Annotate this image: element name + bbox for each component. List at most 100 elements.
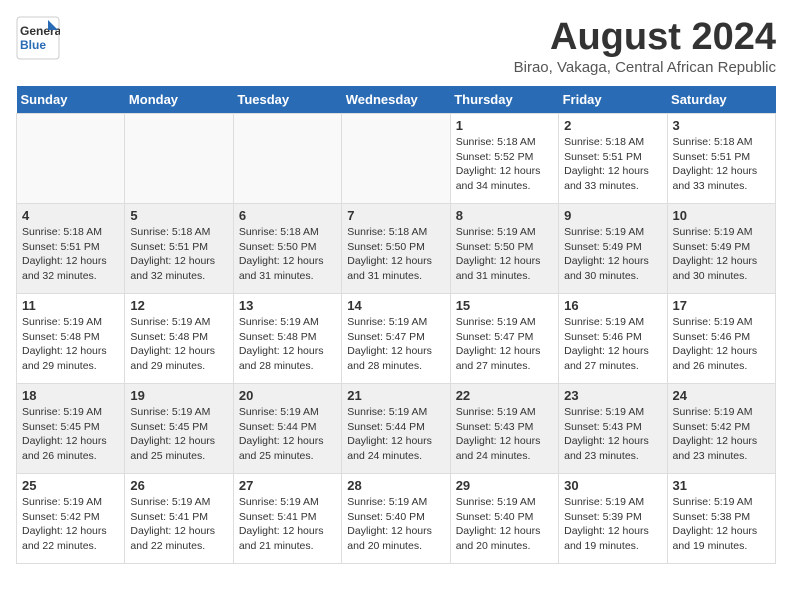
day-number: 12 <box>130 298 227 313</box>
calendar-cell: 12 Sunrise: 5:19 AM Sunset: 5:48 PM Dayli… <box>125 294 233 384</box>
calendar-cell: 2 Sunrise: 5:18 AM Sunset: 5:51 PM Daylig… <box>559 114 667 204</box>
calendar-cell: 20 Sunrise: 5:19 AM Sunset: 5:44 PM Dayli… <box>233 384 341 474</box>
calendar-cell: 10Sunrise: 5:19 AM Sunset: 5:49 PM Dayli… <box>667 204 775 294</box>
day-info: Sunrise: 5:19 AM Sunset: 5:48 PM Dayligh… <box>22 315 119 374</box>
title-area: August 2024 Birao, Vakaga, Central Afric… <box>514 16 776 76</box>
day-number: 3 <box>673 118 770 133</box>
day-info: Sunrise: 5:19 AM Sunset: 5:41 PM Dayligh… <box>130 495 227 554</box>
calendar-cell: 23 Sunrise: 5:19 AM Sunset: 5:43 PM Dayli… <box>559 384 667 474</box>
day-info: Sunrise: 5:19 AM Sunset: 5:44 PM Dayligh… <box>347 405 444 464</box>
day-number: 21 <box>347 388 444 403</box>
day-number: 23 <box>564 388 661 403</box>
day-info: Sunrise: 5:19 AM Sunset: 5:43 PM Dayligh… <box>456 405 553 464</box>
day-number: 7 <box>347 208 444 223</box>
day-number: 15 <box>456 298 553 313</box>
day-info: Sunrise: 5:19 AM Sunset: 5:45 PM Dayligh… <box>130 405 227 464</box>
day-number: 29 <box>456 478 553 493</box>
calendar-cell: 16 Sunrise: 5:19 AM Sunset: 5:46 PM Dayli… <box>559 294 667 384</box>
col-header-sunday: Sunday <box>17 86 125 114</box>
calendar-cell: 26 Sunrise: 5:19 AM Sunset: 5:41 PM Dayli… <box>125 474 233 564</box>
week-row-1: 1Sunrise: 5:18 AM Sunset: 5:52 PM Daylig… <box>17 114 776 204</box>
col-header-saturday: Saturday <box>667 86 775 114</box>
day-info: Sunrise: 5:19 AM Sunset: 5:40 PM Dayligh… <box>347 495 444 554</box>
day-number: 17 <box>673 298 770 313</box>
calendar-cell: 4 Sunrise: 5:18 AM Sunset: 5:51 PM Daylig… <box>17 204 125 294</box>
day-info: Sunrise: 5:19 AM Sunset: 5:49 PM Dayligh… <box>564 225 661 284</box>
day-number: 20 <box>239 388 336 403</box>
day-number: 27 <box>239 478 336 493</box>
day-info: Sunrise: 5:19 AM Sunset: 5:47 PM Dayligh… <box>456 315 553 374</box>
calendar-cell <box>342 114 450 204</box>
calendar-cell: 27 Sunrise: 5:19 AM Sunset: 5:41 PM Dayli… <box>233 474 341 564</box>
day-info: Sunrise: 5:18 AM Sunset: 5:51 PM Dayligh… <box>22 225 119 284</box>
logo-svg: General Blue <box>16 16 60 60</box>
calendar-cell: 1Sunrise: 5:18 AM Sunset: 5:52 PM Daylig… <box>450 114 558 204</box>
day-number: 19 <box>130 388 227 403</box>
day-number: 16 <box>564 298 661 313</box>
header-row: SundayMondayTuesdayWednesdayThursdayFrid… <box>17 86 776 114</box>
week-row-3: 11Sunrise: 5:19 AM Sunset: 5:48 PM Dayli… <box>17 294 776 384</box>
calendar-cell: 5Sunrise: 5:18 AM Sunset: 5:51 PM Daylig… <box>125 204 233 294</box>
calendar-cell: 25 Sunrise: 5:19 AM Sunset: 5:42 PM Dayli… <box>17 474 125 564</box>
day-info: Sunrise: 5:19 AM Sunset: 5:44 PM Dayligh… <box>239 405 336 464</box>
day-number: 1 <box>456 118 553 133</box>
calendar-cell: 13 Sunrise: 5:19 AM Sunset: 5:48 PM Dayli… <box>233 294 341 384</box>
day-number: 25 <box>22 478 119 493</box>
calendar-cell: 15 Sunrise: 5:19 AM Sunset: 5:47 PM Dayli… <box>450 294 558 384</box>
day-number: 18 <box>22 388 119 403</box>
calendar-cell: 18 Sunrise: 5:19 AM Sunset: 5:45 PM Dayli… <box>17 384 125 474</box>
col-header-monday: Monday <box>125 86 233 114</box>
day-info: Sunrise: 5:18 AM Sunset: 5:51 PM Dayligh… <box>564 135 661 194</box>
day-number: 31 <box>673 478 770 493</box>
svg-text:Blue: Blue <box>20 38 46 52</box>
day-info: Sunrise: 5:18 AM Sunset: 5:50 PM Dayligh… <box>347 225 444 284</box>
day-number: 24 <box>673 388 770 403</box>
calendar-cell: 8Sunrise: 5:19 AM Sunset: 5:50 PM Daylig… <box>450 204 558 294</box>
calendar-cell: 7 Sunrise: 5:18 AM Sunset: 5:50 PM Daylig… <box>342 204 450 294</box>
calendar-cell <box>125 114 233 204</box>
day-info: Sunrise: 5:19 AM Sunset: 5:42 PM Dayligh… <box>22 495 119 554</box>
day-info: Sunrise: 5:18 AM Sunset: 5:51 PM Dayligh… <box>130 225 227 284</box>
day-info: Sunrise: 5:19 AM Sunset: 5:48 PM Dayligh… <box>239 315 336 374</box>
day-info: Sunrise: 5:19 AM Sunset: 5:46 PM Dayligh… <box>673 315 770 374</box>
day-number: 14 <box>347 298 444 313</box>
logo: General Blue <box>16 16 60 60</box>
day-info: Sunrise: 5:19 AM Sunset: 5:43 PM Dayligh… <box>564 405 661 464</box>
day-info: Sunrise: 5:19 AM Sunset: 5:38 PM Dayligh… <box>673 495 770 554</box>
week-row-4: 18 Sunrise: 5:19 AM Sunset: 5:45 PM Dayli… <box>17 384 776 474</box>
calendar-cell: 17 Sunrise: 5:19 AM Sunset: 5:46 PM Dayli… <box>667 294 775 384</box>
day-number: 8 <box>456 208 553 223</box>
calendar-cell <box>233 114 341 204</box>
day-info: Sunrise: 5:19 AM Sunset: 5:42 PM Dayligh… <box>673 405 770 464</box>
day-info: Sunrise: 5:19 AM Sunset: 5:48 PM Dayligh… <box>130 315 227 374</box>
day-info: Sunrise: 5:19 AM Sunset: 5:46 PM Dayligh… <box>564 315 661 374</box>
day-number: 13 <box>239 298 336 313</box>
day-number: 10 <box>673 208 770 223</box>
day-number: 4 <box>22 208 119 223</box>
day-info: Sunrise: 5:18 AM Sunset: 5:51 PM Dayligh… <box>673 135 770 194</box>
calendar-cell: 3 Sunrise: 5:18 AM Sunset: 5:51 PM Daylig… <box>667 114 775 204</box>
calendar-cell: 21 Sunrise: 5:19 AM Sunset: 5:44 PM Dayli… <box>342 384 450 474</box>
calendar-cell: 28 Sunrise: 5:19 AM Sunset: 5:40 PM Dayli… <box>342 474 450 564</box>
day-number: 2 <box>564 118 661 133</box>
day-number: 28 <box>347 478 444 493</box>
calendar-cell: 29Sunrise: 5:19 AM Sunset: 5:40 PM Dayli… <box>450 474 558 564</box>
calendar-cell: 14Sunrise: 5:19 AM Sunset: 5:47 PM Dayli… <box>342 294 450 384</box>
day-info: Sunrise: 5:19 AM Sunset: 5:41 PM Dayligh… <box>239 495 336 554</box>
calendar-cell <box>17 114 125 204</box>
day-info: Sunrise: 5:19 AM Sunset: 5:45 PM Dayligh… <box>22 405 119 464</box>
col-header-thursday: Thursday <box>450 86 558 114</box>
day-number: 6 <box>239 208 336 223</box>
day-number: 26 <box>130 478 227 493</box>
calendar-cell: 30Sunrise: 5:19 AM Sunset: 5:39 PM Dayli… <box>559 474 667 564</box>
day-number: 30 <box>564 478 661 493</box>
main-title: August 2024 <box>514 16 776 59</box>
week-row-2: 4 Sunrise: 5:18 AM Sunset: 5:51 PM Daylig… <box>17 204 776 294</box>
day-number: 22 <box>456 388 553 403</box>
day-info: Sunrise: 5:18 AM Sunset: 5:50 PM Dayligh… <box>239 225 336 284</box>
calendar-cell: 11Sunrise: 5:19 AM Sunset: 5:48 PM Dayli… <box>17 294 125 384</box>
calendar-cell: 9Sunrise: 5:19 AM Sunset: 5:49 PM Daylig… <box>559 204 667 294</box>
calendar-cell: 19 Sunrise: 5:19 AM Sunset: 5:45 PM Dayli… <box>125 384 233 474</box>
calendar-cell: 6 Sunrise: 5:18 AM Sunset: 5:50 PM Daylig… <box>233 204 341 294</box>
calendar-cell: 22 Sunrise: 5:19 AM Sunset: 5:43 PM Dayli… <box>450 384 558 474</box>
